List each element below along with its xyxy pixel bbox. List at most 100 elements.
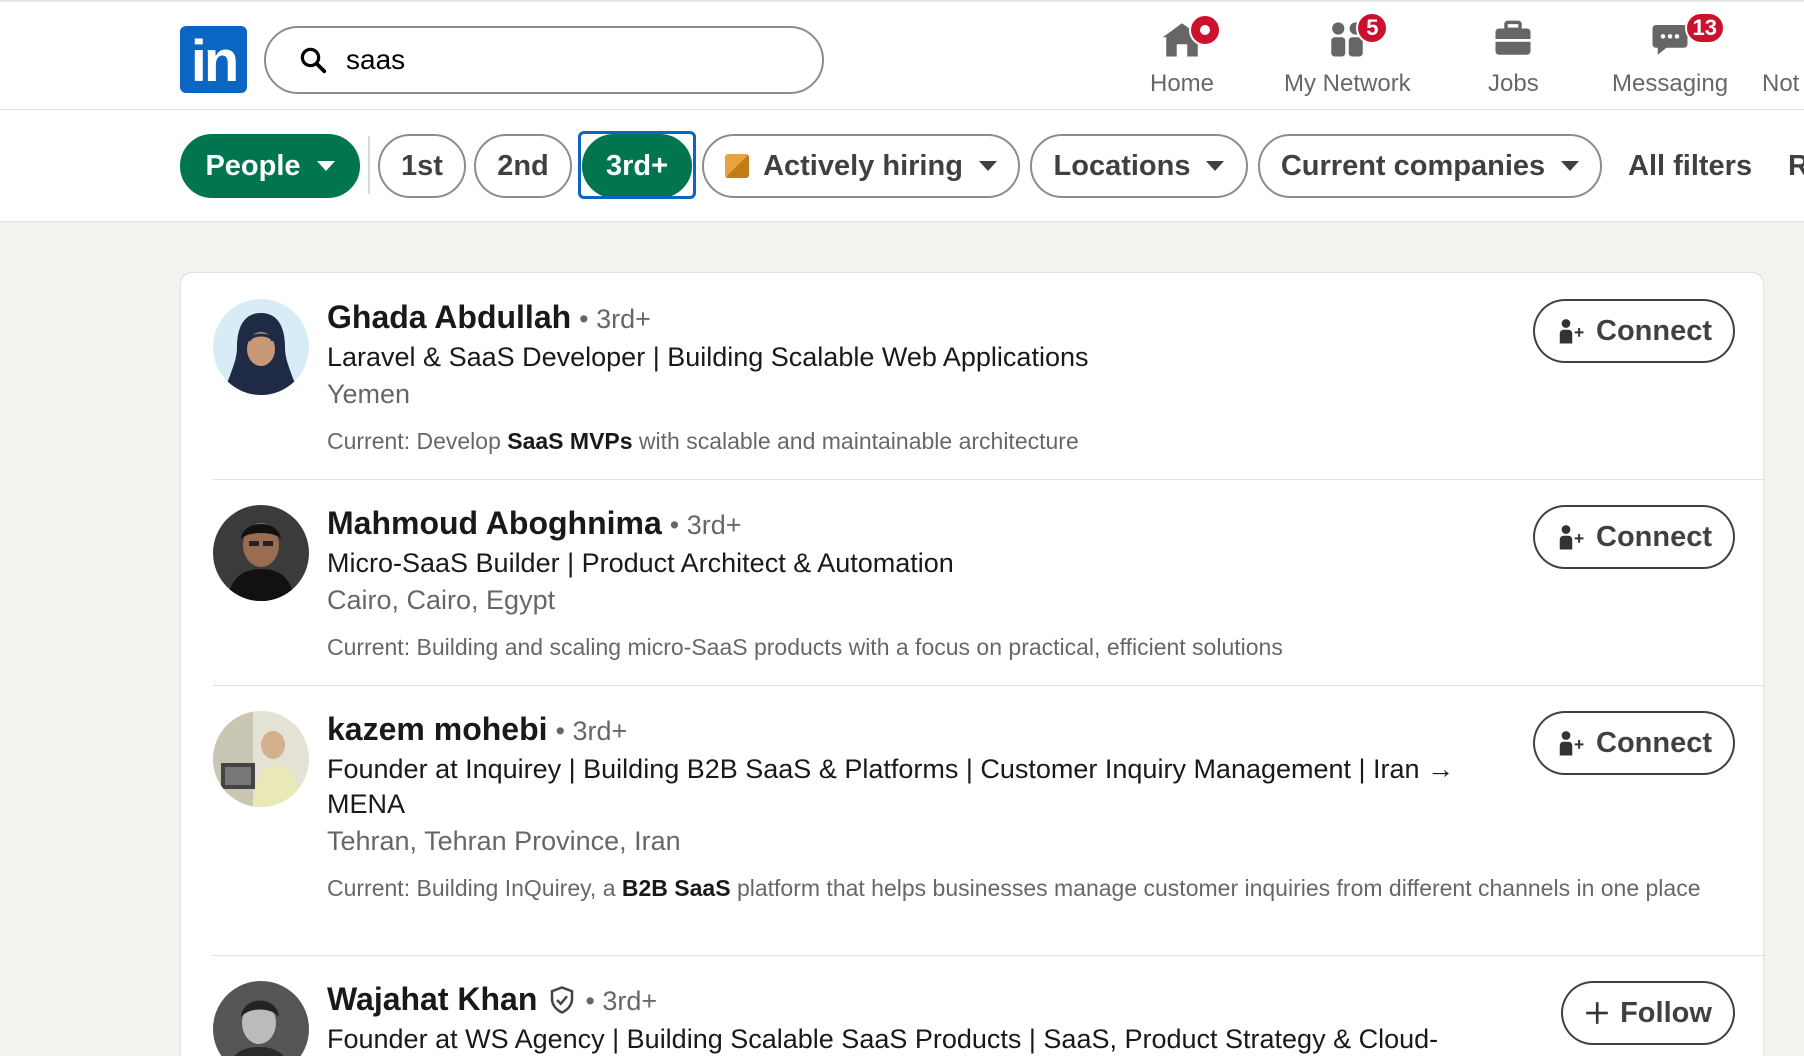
connect-button[interactable]: Connect <box>1533 299 1735 363</box>
result-headline: Founder at Inquirey | Building B2B SaaS … <box>327 754 1455 819</box>
focus-ring <box>578 131 696 199</box>
connection-degree: • 3rd+ <box>585 986 658 1016</box>
result-location: Tehran, Tehran Province, Iran <box>327 826 681 856</box>
result-divider <box>213 685 1765 686</box>
linkedin-logo[interactable]: in <box>180 26 247 93</box>
current-text-prefix: Current: Building InQuirey, a <box>327 875 622 901</box>
follow-button[interactable]: Follow <box>1561 981 1735 1045</box>
follow-button-label: Follow <box>1620 996 1712 1029</box>
all-filters-label: All filters <box>1628 149 1753 182</box>
search-input[interactable] <box>346 44 786 76</box>
result-headline: Founder at WS Agency | Building Scalable… <box>327 1024 1439 1054</box>
connect-button-label: Connect <box>1596 726 1712 759</box>
result-headline: Micro-SaaS Builder | Product Architect &… <box>327 548 954 578</box>
result-name[interactable]: Wajahat Khan <box>327 981 537 1018</box>
connect-person-icon <box>1556 728 1586 758</box>
connect-person-icon <box>1556 316 1586 346</box>
result-location: Cairo, Cairo, Egypt <box>327 585 556 615</box>
jobs-icon <box>1490 16 1536 62</box>
search-results-card: Ghada Abdullah • 3rd+ Laravel & SaaS Dev… <box>180 272 1765 1056</box>
connect-button-label: Connect <box>1596 314 1712 347</box>
result-location: Yemen <box>327 379 411 409</box>
reset-label: R <box>1788 149 1804 182</box>
result-body: Ghada Abdullah • 3rd+ Laravel & SaaS Dev… <box>327 299 1507 457</box>
search-result-item[interactable]: Ghada Abdullah • 3rd+ Laravel & SaaS Dev… <box>213 299 1765 454</box>
current-text-suffix: platform that helps businesses manage cu… <box>730 875 1701 901</box>
current-text-prefix: Current: Develop <box>327 428 508 454</box>
people-filter-label: People <box>205 149 301 182</box>
search-result-item[interactable]: kazem mohebi • 3rd+ Founder at Inquirey … <box>213 711 1765 931</box>
current-text-highlight: B2B SaaS <box>621 875 731 901</box>
result-body: kazem mohebi • 3rd+ Founder at Inquirey … <box>327 711 1701 904</box>
connection-degree: • 3rd+ <box>669 510 742 540</box>
connection-degree: • 3rd+ <box>555 716 628 746</box>
chevron-down-icon <box>978 161 997 171</box>
avatar[interactable] <box>213 711 309 807</box>
search-result-item[interactable]: Mahmoud Aboghnima • 3rd+ Micro-SaaS Buil… <box>213 505 1765 660</box>
nav-my-network[interactable]: 5 My Network <box>1284 12 1411 100</box>
bell-icon <box>1762 16 1804 62</box>
nav-jobs[interactable]: Jobs <box>1488 16 1539 100</box>
result-current-summary: Current: Building InQuirey, a B2B SaaS p… <box>327 873 1737 904</box>
connection-degree: • 3rd+ <box>579 304 651 334</box>
result-divider <box>213 955 1765 956</box>
all-filters-button[interactable]: All filters <box>1628 134 1752 198</box>
home-icon <box>1159 14 1222 62</box>
result-body: Mahmoud Aboghnima • 3rd+ Micro-SaaS Buil… <box>327 505 1507 663</box>
search-bar[interactable] <box>264 26 824 94</box>
result-headline: Laravel & SaaS Developer | Building Scal… <box>327 342 1089 372</box>
messaging-icon: 13 <box>1647 12 1726 62</box>
filter-2nd[interactable]: 2nd <box>474 134 572 198</box>
filter-1st-label: 1st <box>401 149 443 182</box>
avatar[interactable] <box>213 981 309 1056</box>
nav-jobs-label: Jobs <box>1488 70 1539 97</box>
my-network-badge: 5 <box>1356 12 1389 44</box>
my-network-icon: 5 <box>1324 12 1389 62</box>
actively-hiring-filter[interactable]: Actively hiring <box>702 134 1020 198</box>
current-companies-filter[interactable]: Current companies <box>1258 134 1602 198</box>
chevron-down-icon <box>316 161 335 171</box>
connect-button[interactable]: Connect <box>1533 711 1735 775</box>
result-name[interactable]: Ghada Abdullah <box>327 299 571 336</box>
chevron-down-icon <box>1561 161 1580 171</box>
locations-label: Locations <box>1053 149 1191 182</box>
avatar[interactable] <box>213 505 309 601</box>
home-notification-dot <box>1189 14 1222 46</box>
current-text-highlight: SaaS MVPs <box>507 428 633 454</box>
plus-icon <box>1584 1000 1610 1026</box>
result-current-summary: Current: Develop SaaS MVPs with scalable… <box>327 426 1507 457</box>
nav-home[interactable]: Home <box>1150 14 1222 100</box>
current-companies-label: Current companies <box>1280 149 1546 182</box>
current-text-suffix: with scalable and maintainable architect… <box>632 428 1079 454</box>
nav-home-label: Home <box>1150 70 1215 97</box>
nav-my-network-label: My Network <box>1284 70 1411 97</box>
search-result-item[interactable]: Wajahat Khan • 3rd+ Founder at WS Agency… <box>213 981 1765 1056</box>
connect-person-icon <box>1556 522 1586 552</box>
result-body: Wajahat Khan • 3rd+ Founder at WS Agency… <box>327 981 1507 1056</box>
connect-button-label: Connect <box>1596 520 1712 553</box>
locations-filter[interactable]: Locations <box>1030 134 1248 198</box>
current-text-prefix: Current: Building and scaling micro-SaaS… <box>327 634 1283 660</box>
actively-hiring-label: Actively hiring <box>763 149 963 182</box>
hiring-flag-icon <box>725 154 750 178</box>
search-icon <box>296 43 330 77</box>
nav-notifications[interactable]: Not <box>1762 16 1804 100</box>
messaging-badge: 13 <box>1684 12 1726 44</box>
filter-2nd-label: 2nd <box>497 149 549 182</box>
top-navigation: in Home 5 My Network Jobs 13 Messaging <box>0 0 1804 110</box>
result-divider <box>213 479 1765 480</box>
result-name[interactable]: kazem mohebi <box>327 711 548 748</box>
nav-messaging[interactable]: 13 Messaging <box>1612 12 1729 100</box>
filter-divider <box>368 136 370 194</box>
chevron-down-icon <box>1206 161 1225 171</box>
connect-button[interactable]: Connect <box>1533 505 1735 569</box>
people-filter-dropdown[interactable]: People <box>180 134 360 198</box>
result-current-summary: Current: Building and scaling micro-SaaS… <box>327 632 1507 663</box>
reset-button[interactable]: R <box>1788 134 1804 198</box>
avatar[interactable] <box>213 299 309 395</box>
search-filter-bar: People 1st 2nd 3rd+ Actively hiring Loca… <box>0 110 1804 222</box>
filter-1st[interactable]: 1st <box>378 134 466 198</box>
nav-messaging-label: Messaging <box>1612 70 1729 97</box>
nav-notifications-label: Not <box>1762 70 1800 97</box>
result-name[interactable]: Mahmoud Aboghnima <box>327 505 662 542</box>
